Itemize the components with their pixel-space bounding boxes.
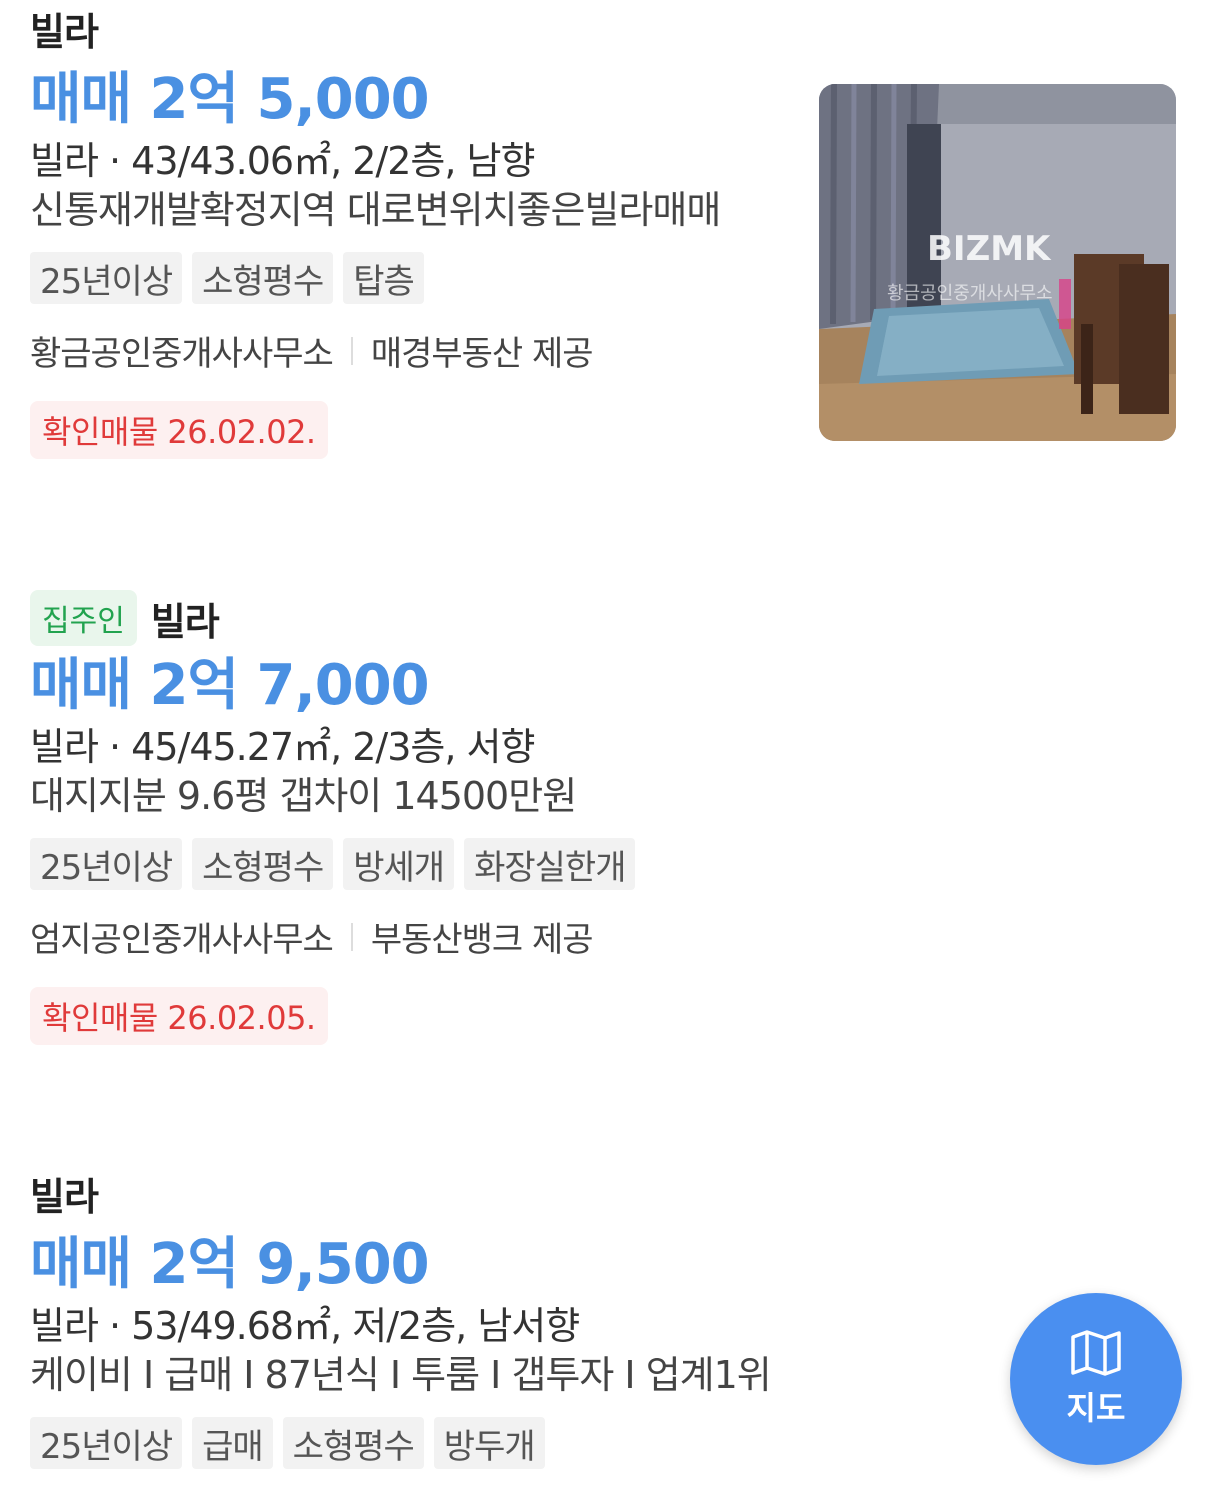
listing-card[interactable]: 빌라 매매 2억 9,500 빌라 · 53/49.68㎡, 저/2층, 남서향… (30, 1165, 1176, 1469)
owner-badge: 집주인 (30, 590, 137, 646)
title-row: 집주인 빌라 (30, 590, 790, 646)
listing-card[interactable]: 집주인 빌라 매매 2억 7,000 빌라 · 45/45.27㎡, 2/3층,… (30, 590, 1176, 1045)
tag: 방세개 (343, 838, 455, 890)
tag: 소형평수 (192, 838, 334, 890)
listing-page: 빌라 매매 2억 5,000 빌라 · 43/43.06㎡, 2/2층, 남향 … (0, 0, 1206, 1505)
listing-price: 매매 2억 9,500 (30, 1232, 430, 1297)
listing-description: 케이비 I 급매 I 87년식 I 투룸 I 갭투자 I 업계1위 (30, 1353, 772, 1397)
listing-body: 빌라 매매 2억 9,500 빌라 · 53/49.68㎡, 저/2층, 남서향… (30, 1165, 790, 1469)
map-button[interactable]: 지도 (1010, 1293, 1182, 1465)
listing-title: 빌라 (150, 599, 220, 644)
agency-name: 엄지공인중개사사무소 (30, 920, 334, 960)
listing-spec: 빌라 · 53/49.68㎡, 저/2층, 남서향 (30, 1304, 580, 1348)
listing-description: 대지지분 9.6평 갭차이 14500만원 (30, 774, 577, 818)
tag: 25년이상 (30, 838, 183, 890)
provider-name: 매경부동산 제공 (370, 334, 594, 374)
tag: 25년이상 (30, 252, 183, 304)
provider-name: 부동산뱅크 제공 (370, 920, 594, 960)
tag: 방두개 (433, 1417, 545, 1469)
listing-body: 빌라 매매 2억 5,000 빌라 · 43/43.06㎡, 2/2층, 남향 … (30, 0, 790, 459)
tag: 소형평수 (282, 1417, 424, 1469)
listing-spec: 빌라 · 43/43.06㎡, 2/2층, 남향 (30, 139, 535, 183)
title-row: 빌라 (30, 1165, 790, 1221)
agency-row: 엄지공인중개사사무소 부동산뱅크 제공 (30, 912, 790, 961)
tag: 소형평수 (192, 252, 334, 304)
listing-thumbnail[interactable]: BIZMK 황금공인중개사사무소 (819, 84, 1176, 441)
divider (350, 922, 353, 951)
listing-title: 빌라 (30, 9, 99, 54)
title-row: 빌라 (30, 0, 790, 56)
listing-body: 집주인 빌라 매매 2억 7,000 빌라 · 45/45.27㎡, 2/3층,… (30, 590, 790, 1045)
listing-title: 빌라 (30, 1174, 99, 1219)
tag-list: 25년이상 급매 소형평수 방두개 (30, 1417, 790, 1469)
divider (350, 336, 353, 365)
tag: 25년이상 (30, 1417, 183, 1469)
watermark-text: BIZMK (927, 229, 1052, 269)
tag: 탑층 (343, 252, 424, 304)
tag: 화장실한개 (464, 838, 636, 890)
agency-row: 황금공인중개사사무소 매경부동산 제공 (30, 326, 790, 375)
listing-price: 매매 2억 7,000 (30, 653, 430, 718)
agency-name: 황금공인중개사사무소 (30, 334, 334, 374)
tag: 급매 (192, 1417, 273, 1469)
listing-price: 매매 2억 5,000 (30, 67, 430, 132)
map-icon (1071, 1330, 1121, 1376)
room-photo: BIZMK 황금공인중개사사무소 (819, 84, 1176, 441)
listing-spec: 빌라 · 45/45.27㎡, 2/3층, 서향 (30, 725, 535, 769)
watermark-subtext: 황금공인중개사사무소 (887, 283, 1053, 304)
confirmed-listing-badge: 확인매물 26.02.05. (30, 987, 328, 1045)
tag-list: 25년이상 소형평수 탑층 (30, 252, 790, 304)
listing-description: 신통재개발확정지역 대로변위치좋은빌라매매 (30, 188, 721, 232)
confirmed-listing-badge: 확인매물 26.02.02. (30, 401, 328, 459)
map-button-label: 지도 (1066, 1389, 1126, 1427)
tag-list: 25년이상 소형평수 방세개 화장실한개 (30, 838, 790, 890)
